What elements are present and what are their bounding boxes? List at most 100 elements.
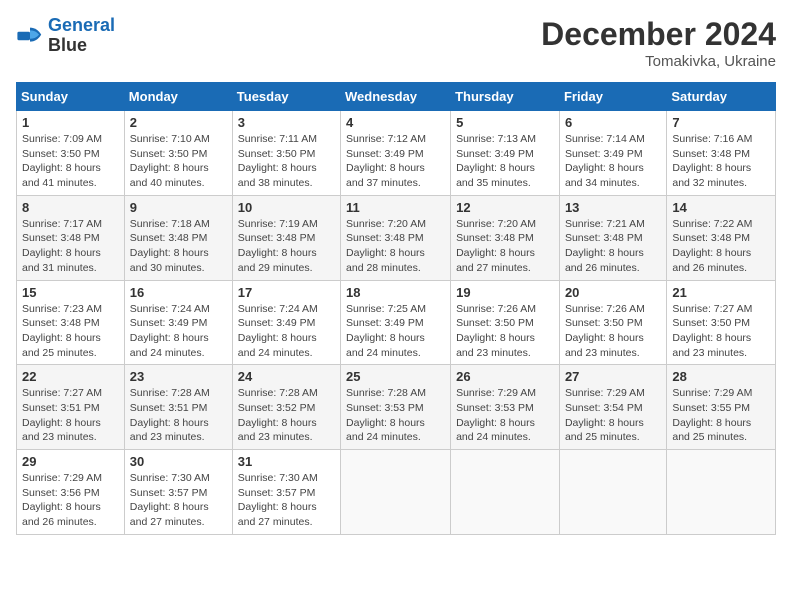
logo: General Blue: [16, 16, 115, 56]
day-info: Sunrise: 7:22 AM Sunset: 3:48 PM Dayligh…: [672, 217, 770, 276]
calendar-cell: 28 Sunrise: 7:29 AM Sunset: 3:55 PM Dayl…: [667, 365, 776, 450]
day-info: Sunrise: 7:20 AM Sunset: 3:48 PM Dayligh…: [346, 217, 445, 276]
calendar-cell: 3 Sunrise: 7:11 AM Sunset: 3:50 PM Dayli…: [232, 111, 340, 196]
calendar-cell: 9 Sunrise: 7:18 AM Sunset: 3:48 PM Dayli…: [124, 195, 232, 280]
calendar-cell: 23 Sunrise: 7:28 AM Sunset: 3:51 PM Dayl…: [124, 365, 232, 450]
day-info: Sunrise: 7:26 AM Sunset: 3:50 PM Dayligh…: [565, 302, 661, 361]
calendar-cell: 13 Sunrise: 7:21 AM Sunset: 3:48 PM Dayl…: [559, 195, 666, 280]
day-number: 29: [22, 454, 119, 469]
day-number: 11: [346, 200, 445, 215]
day-info: Sunrise: 7:27 AM Sunset: 3:50 PM Dayligh…: [672, 302, 770, 361]
calendar-week-row: 15 Sunrise: 7:23 AM Sunset: 3:48 PM Dayl…: [17, 280, 776, 365]
calendar-cell: 31 Sunrise: 7:30 AM Sunset: 3:57 PM Dayl…: [232, 450, 340, 535]
calendar-cell: 19 Sunrise: 7:26 AM Sunset: 3:50 PM Dayl…: [451, 280, 560, 365]
day-info: Sunrise: 7:23 AM Sunset: 3:48 PM Dayligh…: [22, 302, 119, 361]
calendar-cell: [667, 450, 776, 535]
calendar-cell: 8 Sunrise: 7:17 AM Sunset: 3:48 PM Dayli…: [17, 195, 125, 280]
day-number: 31: [238, 454, 335, 469]
calendar-cell: 26 Sunrise: 7:29 AM Sunset: 3:53 PM Dayl…: [451, 365, 560, 450]
day-number: 20: [565, 285, 661, 300]
calendar-cell: 4 Sunrise: 7:12 AM Sunset: 3:49 PM Dayli…: [341, 111, 451, 196]
day-number: 8: [22, 200, 119, 215]
calendar-cell: 25 Sunrise: 7:28 AM Sunset: 3:53 PM Dayl…: [341, 365, 451, 450]
day-number: 30: [130, 454, 227, 469]
calendar-week-row: 8 Sunrise: 7:17 AM Sunset: 3:48 PM Dayli…: [17, 195, 776, 280]
day-info: Sunrise: 7:27 AM Sunset: 3:51 PM Dayligh…: [22, 386, 119, 445]
calendar-cell: [341, 450, 451, 535]
day-info: Sunrise: 7:18 AM Sunset: 3:48 PM Dayligh…: [130, 217, 227, 276]
day-info: Sunrise: 7:30 AM Sunset: 3:57 PM Dayligh…: [130, 471, 227, 530]
day-info: Sunrise: 7:25 AM Sunset: 3:49 PM Dayligh…: [346, 302, 445, 361]
column-header-sunday: Sunday: [17, 83, 125, 111]
column-header-friday: Friday: [559, 83, 666, 111]
day-info: Sunrise: 7:09 AM Sunset: 3:50 PM Dayligh…: [22, 132, 119, 191]
day-number: 27: [565, 369, 661, 384]
day-info: Sunrise: 7:28 AM Sunset: 3:51 PM Dayligh…: [130, 386, 227, 445]
calendar-cell: 2 Sunrise: 7:10 AM Sunset: 3:50 PM Dayli…: [124, 111, 232, 196]
day-number: 19: [456, 285, 554, 300]
day-info: Sunrise: 7:17 AM Sunset: 3:48 PM Dayligh…: [22, 217, 119, 276]
day-number: 25: [346, 369, 445, 384]
month-year: December 2024: [541, 16, 776, 53]
calendar-cell: 22 Sunrise: 7:27 AM Sunset: 3:51 PM Dayl…: [17, 365, 125, 450]
day-number: 12: [456, 200, 554, 215]
calendar-cell: 12 Sunrise: 7:20 AM Sunset: 3:48 PM Dayl…: [451, 195, 560, 280]
day-info: Sunrise: 7:19 AM Sunset: 3:48 PM Dayligh…: [238, 217, 335, 276]
calendar-cell: 17 Sunrise: 7:24 AM Sunset: 3:49 PM Dayl…: [232, 280, 340, 365]
day-info: Sunrise: 7:30 AM Sunset: 3:57 PM Dayligh…: [238, 471, 335, 530]
calendar-cell: 11 Sunrise: 7:20 AM Sunset: 3:48 PM Dayl…: [341, 195, 451, 280]
day-info: Sunrise: 7:24 AM Sunset: 3:49 PM Dayligh…: [238, 302, 335, 361]
calendar-week-row: 29 Sunrise: 7:29 AM Sunset: 3:56 PM Dayl…: [17, 450, 776, 535]
day-info: Sunrise: 7:14 AM Sunset: 3:49 PM Dayligh…: [565, 132, 661, 191]
day-number: 26: [456, 369, 554, 384]
calendar-cell: [559, 450, 666, 535]
day-number: 14: [672, 200, 770, 215]
day-number: 3: [238, 115, 335, 130]
calendar-cell: 14 Sunrise: 7:22 AM Sunset: 3:48 PM Dayl…: [667, 195, 776, 280]
day-info: Sunrise: 7:28 AM Sunset: 3:52 PM Dayligh…: [238, 386, 335, 445]
calendar-cell: 10 Sunrise: 7:19 AM Sunset: 3:48 PM Dayl…: [232, 195, 340, 280]
calendar-cell: 20 Sunrise: 7:26 AM Sunset: 3:50 PM Dayl…: [559, 280, 666, 365]
day-number: 7: [672, 115, 770, 130]
calendar-table: SundayMondayTuesdayWednesdayThursdayFrid…: [16, 82, 776, 535]
day-number: 15: [22, 285, 119, 300]
calendar-cell: 7 Sunrise: 7:16 AM Sunset: 3:48 PM Dayli…: [667, 111, 776, 196]
calendar-cell: 15 Sunrise: 7:23 AM Sunset: 3:48 PM Dayl…: [17, 280, 125, 365]
day-number: 16: [130, 285, 227, 300]
column-header-wednesday: Wednesday: [341, 83, 451, 111]
column-header-monday: Monday: [124, 83, 232, 111]
day-info: Sunrise: 7:13 AM Sunset: 3:49 PM Dayligh…: [456, 132, 554, 191]
calendar-cell: 30 Sunrise: 7:30 AM Sunset: 3:57 PM Dayl…: [124, 450, 232, 535]
calendar-cell: 6 Sunrise: 7:14 AM Sunset: 3:49 PM Dayli…: [559, 111, 666, 196]
day-number: 10: [238, 200, 335, 215]
day-number: 18: [346, 285, 445, 300]
day-info: Sunrise: 7:10 AM Sunset: 3:50 PM Dayligh…: [130, 132, 227, 191]
column-header-thursday: Thursday: [451, 83, 560, 111]
day-info: Sunrise: 7:21 AM Sunset: 3:48 PM Dayligh…: [565, 217, 661, 276]
day-number: 4: [346, 115, 445, 130]
day-info: Sunrise: 7:29 AM Sunset: 3:54 PM Dayligh…: [565, 386, 661, 445]
logo-text: General Blue: [48, 16, 115, 56]
day-info: Sunrise: 7:28 AM Sunset: 3:53 PM Dayligh…: [346, 386, 445, 445]
day-number: 1: [22, 115, 119, 130]
day-info: Sunrise: 7:29 AM Sunset: 3:53 PM Dayligh…: [456, 386, 554, 445]
calendar-cell: [451, 450, 560, 535]
calendar-week-row: 1 Sunrise: 7:09 AM Sunset: 3:50 PM Dayli…: [17, 111, 776, 196]
calendar-cell: 18 Sunrise: 7:25 AM Sunset: 3:49 PM Dayl…: [341, 280, 451, 365]
column-header-saturday: Saturday: [667, 83, 776, 111]
calendar-cell: 27 Sunrise: 7:29 AM Sunset: 3:54 PM Dayl…: [559, 365, 666, 450]
calendar-cell: 21 Sunrise: 7:27 AM Sunset: 3:50 PM Dayl…: [667, 280, 776, 365]
day-info: Sunrise: 7:11 AM Sunset: 3:50 PM Dayligh…: [238, 132, 335, 191]
day-number: 2: [130, 115, 227, 130]
page-header: General Blue December 2024 Tomakivka, Uk…: [16, 16, 776, 70]
day-number: 28: [672, 369, 770, 384]
logo-line1: General: [48, 15, 115, 35]
day-number: 23: [130, 369, 227, 384]
day-info: Sunrise: 7:24 AM Sunset: 3:49 PM Dayligh…: [130, 302, 227, 361]
day-info: Sunrise: 7:26 AM Sunset: 3:50 PM Dayligh…: [456, 302, 554, 361]
logo-line2: Blue: [48, 36, 115, 56]
day-info: Sunrise: 7:12 AM Sunset: 3:49 PM Dayligh…: [346, 132, 445, 191]
calendar-week-row: 22 Sunrise: 7:27 AM Sunset: 3:51 PM Dayl…: [17, 365, 776, 450]
logo-icon: [16, 22, 44, 50]
day-number: 21: [672, 285, 770, 300]
